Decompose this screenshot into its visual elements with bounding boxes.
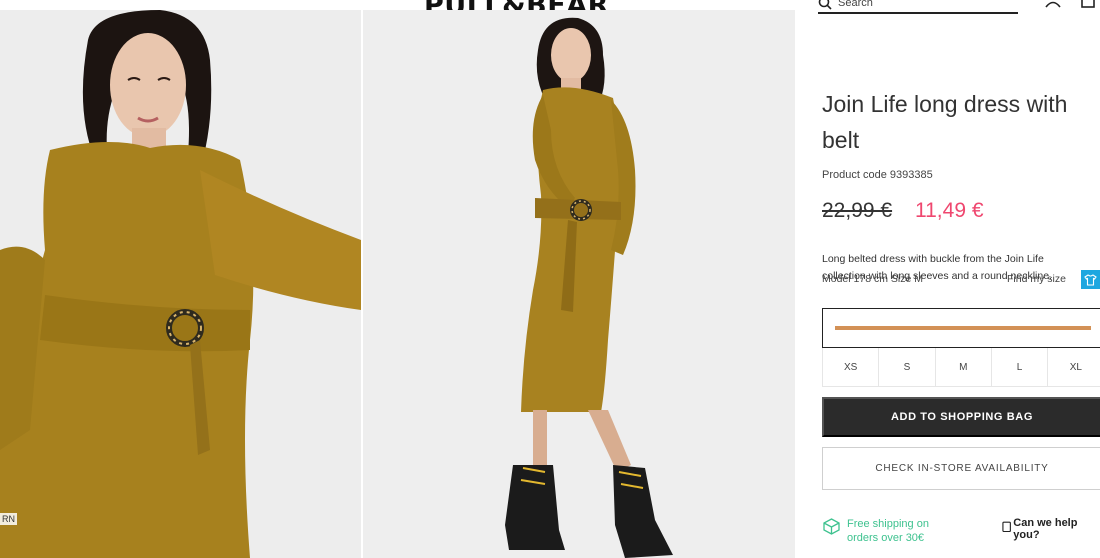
size-option-m[interactable]: M (936, 348, 992, 386)
model-info: Model 178 cm Size M (822, 273, 923, 285)
product-title: Join Life long dress with belt (822, 91, 1068, 153)
product-page: PULL&BEAR Search (0, 0, 1100, 558)
search-placeholder: Search (838, 0, 873, 9)
size-option-s[interactable]: S (879, 348, 936, 386)
product-photo-closeup[interactable]: RN (0, 10, 361, 558)
product-photo-full[interactable] (363, 10, 795, 558)
bag-icon[interactable] (1080, 0, 1096, 8)
help-link[interactable]: Can we help you? (1002, 517, 1100, 541)
size-option-xs[interactable]: XS (823, 348, 880, 386)
add-to-bag-button[interactable]: ADD TO SHOPPING BAG (822, 397, 1100, 437)
product-code: Product code 9393385 (822, 169, 933, 181)
search-input[interactable]: Search (818, 0, 1018, 14)
free-shipping-notice[interactable]: Free shipping on orders over 30€ (822, 517, 947, 545)
help-text: Can we help you? (1013, 517, 1078, 541)
tshirt-icon[interactable] (1081, 270, 1100, 289)
check-availability-button[interactable]: CHECK IN-STORE AVAILABILITY (822, 447, 1100, 490)
model-closeup-image (0, 10, 361, 558)
box-icon (823, 518, 840, 535)
color-selector[interactable] (822, 308, 1100, 348)
sale-price: 11,49 € (915, 199, 984, 222)
free-shipping-text: Free shipping on orders over 30€ (847, 518, 929, 544)
photo-caption: RN (0, 513, 17, 525)
user-icon[interactable] (1044, 0, 1062, 8)
size-selector: XS S M L XL (822, 348, 1100, 387)
size-option-l[interactable]: L (992, 348, 1049, 386)
size-option-xl[interactable]: XL (1048, 348, 1100, 386)
original-price: 22,99 € (822, 199, 893, 222)
model-full-image (363, 10, 795, 558)
find-my-size-link[interactable]: Find my size (1007, 273, 1066, 285)
color-swatch (835, 326, 1091, 330)
search-icon (818, 0, 832, 10)
phone-icon (1002, 521, 1011, 533)
